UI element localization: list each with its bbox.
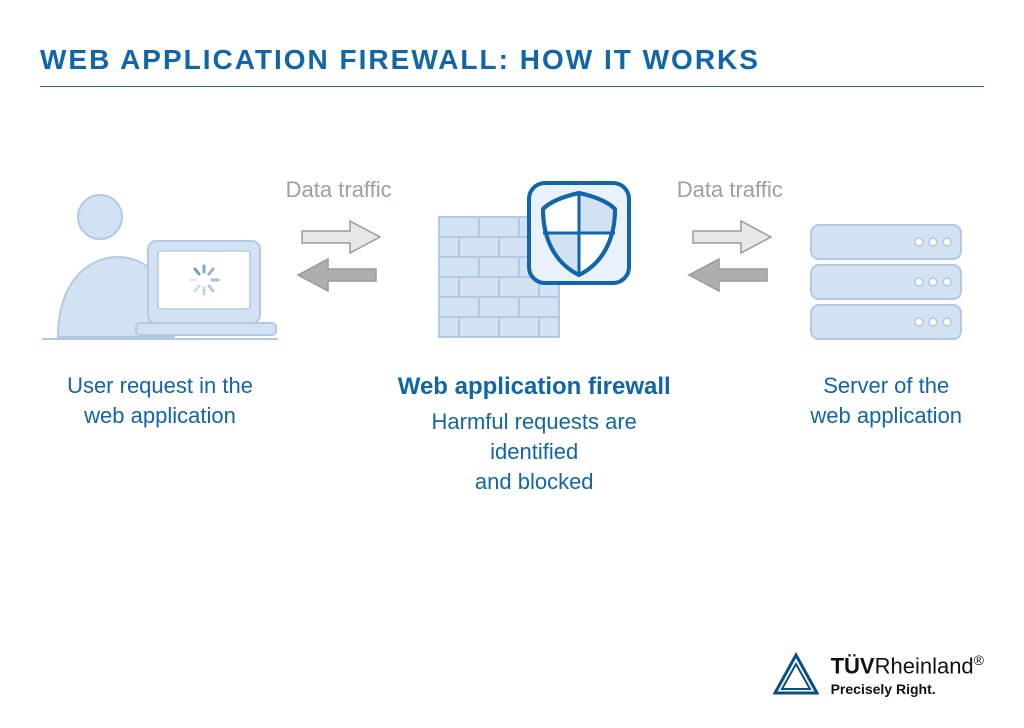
bidirectional-arrow-icon	[294, 219, 384, 293]
server-caption-line1: Server of the	[823, 373, 949, 398]
user-caption-line1: User request in the	[67, 373, 253, 398]
brand-text: TÜVRheinland® Precisely Right.	[831, 652, 984, 697]
user-laptop-icon	[40, 177, 280, 347]
brand-tuv: TÜV	[831, 653, 875, 678]
traffic-right-label: Data traffic	[677, 177, 783, 203]
server-caption-line2: web application	[810, 403, 962, 428]
bidirectional-arrow-icon	[685, 219, 775, 293]
server-rack-icon	[801, 177, 971, 347]
brand-rheinland: Rheinland	[875, 653, 974, 678]
waf-caption-line2: and blocked	[475, 469, 594, 494]
page-title: WEB APPLICATION FIREWALL: HOW IT WORKS	[40, 44, 984, 76]
waf-caption: Web application firewall Harmful request…	[397, 371, 671, 496]
waf-heading: Web application firewall	[397, 371, 671, 403]
user-column: User request in the web application	[40, 177, 280, 430]
brand-registered: ®	[974, 652, 984, 668]
title-divider	[40, 86, 984, 87]
user-caption-line2: web application	[84, 403, 236, 428]
tuv-triangle-icon	[773, 652, 819, 698]
brand-tagline: Precisely Right.	[831, 681, 984, 697]
brand-logo: TÜVRheinland® Precisely Right.	[773, 652, 984, 698]
waf-column: Web application firewall Harmful request…	[397, 177, 671, 496]
waf-caption-line1: Harmful requests are identified	[432, 409, 637, 464]
firewall-shield-icon	[429, 177, 639, 347]
arrows-right: Data traffic	[671, 177, 788, 301]
server-column: Server of the web application	[788, 177, 984, 430]
server-caption: Server of the web application	[810, 371, 962, 430]
traffic-left-label: Data traffic	[286, 177, 392, 203]
arrows-left: Data traffic	[280, 177, 397, 301]
diagram-row: User request in the web application Data…	[40, 177, 984, 496]
user-caption: User request in the web application	[67, 371, 253, 430]
